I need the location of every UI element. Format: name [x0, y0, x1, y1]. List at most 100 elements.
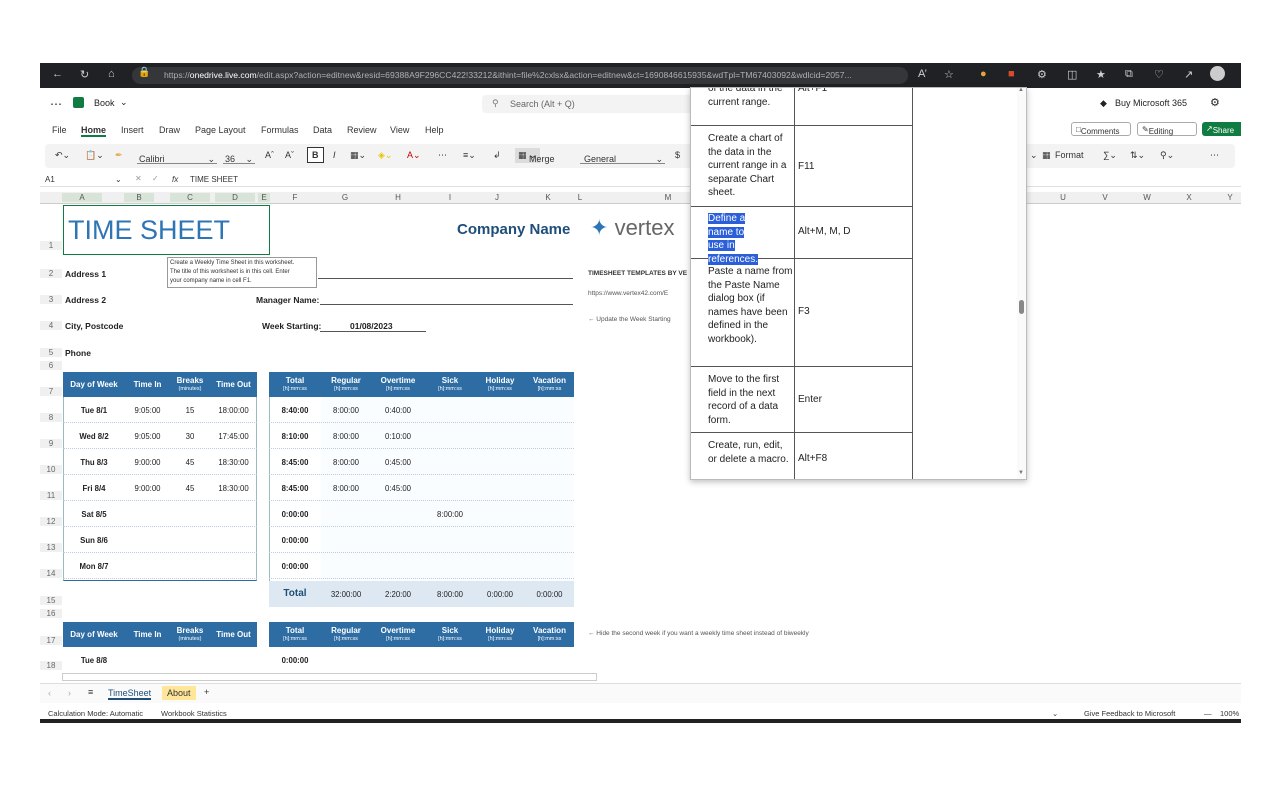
tab-formulas[interactable]: Formulas: [261, 125, 299, 135]
extension-icon[interactable]: ●: [980, 68, 987, 80]
tab-about[interactable]: About: [162, 686, 196, 700]
column-header[interactable]: Y: [1220, 193, 1240, 202]
find-icon[interactable]: ⚲⌄: [1160, 150, 1174, 161]
number-format-select[interactable]: General ⌄: [580, 148, 665, 164]
row-header[interactable]: 18: [40, 661, 62, 670]
format-painter-icon[interactable]: ✒: [115, 150, 123, 161]
week-starting-value[interactable]: 01/08/2023: [350, 321, 393, 331]
read-aloud-icon[interactable]: A’: [918, 68, 927, 80]
row-header[interactable]: 3: [40, 295, 62, 304]
cell-regular[interactable]: 8:00:00: [321, 458, 371, 467]
share-button[interactable]: ↗ Share: [1202, 122, 1241, 136]
comments-button[interactable]: □ Comments: [1071, 122, 1131, 136]
feedback-link[interactable]: Give Feedback to Microsoft: [1084, 709, 1175, 718]
tab-timesheet[interactable]: TimeSheet: [108, 688, 152, 700]
cell-in[interactable]: 9:00:00: [125, 458, 170, 467]
row-header[interactable]: 8: [40, 413, 62, 422]
shortcut-row[interactable]: Create a chart of the data in the curren…: [691, 126, 913, 207]
cell-overtime[interactable]: 0:40:00: [371, 406, 425, 415]
tab-insert[interactable]: Insert: [121, 125, 144, 135]
more-icon[interactable]: ⋯: [438, 150, 447, 161]
cell-regular[interactable]: 8:00:00: [321, 406, 371, 415]
cell-breaks[interactable]: 15: [170, 406, 210, 415]
tab-file[interactable]: File: [52, 125, 67, 135]
cancel-icon[interactable]: ✕: [135, 174, 142, 183]
row-header[interactable]: 16: [40, 609, 62, 618]
column-header[interactable]: G: [335, 193, 355, 202]
format-cells-icon[interactable]: ▦: [1042, 150, 1051, 161]
buy-microsoft-link[interactable]: Buy Microsoft 365: [1115, 98, 1187, 108]
italic-button[interactable]: I: [333, 150, 336, 160]
column-header[interactable]: J: [487, 193, 507, 202]
search-box[interactable]: ⚲ Search (Alt + Q): [482, 95, 692, 113]
shrink-font-icon[interactable]: Aˇ: [285, 150, 294, 160]
favorite-star-icon[interactable]: ☆: [944, 68, 954, 81]
align-icon[interactable]: ≡⌄: [463, 150, 476, 161]
cell-day[interactable]: Wed 8/2: [63, 432, 125, 441]
week2-day[interactable]: Tue 8/8: [63, 656, 125, 665]
row-header[interactable]: 6: [40, 361, 62, 370]
cell-overtime[interactable]: 0:10:00: [371, 432, 425, 441]
row-header[interactable]: 10: [40, 465, 62, 474]
zoom-out-icon[interactable]: —: [1204, 709, 1212, 718]
name-box[interactable]: A1: [45, 175, 55, 184]
grow-font-icon[interactable]: Aˆ: [265, 150, 274, 160]
column-header[interactable]: C: [170, 193, 210, 202]
column-header[interactable]: U: [1053, 193, 1073, 202]
cell-total[interactable]: 0:00:00: [269, 562, 321, 571]
row-header[interactable]: 1: [40, 241, 62, 250]
column-header[interactable]: D: [215, 193, 255, 202]
cell-total[interactable]: 8:45:00: [269, 458, 321, 467]
cell-day[interactable]: Sat 8/5: [63, 510, 125, 519]
refresh-icon[interactable]: ↻: [80, 68, 89, 81]
cell-sick[interactable]: 8:00:00: [425, 510, 475, 519]
templates-url[interactable]: https://www.vertex42.com/E: [588, 290, 668, 297]
column-header[interactable]: B: [124, 193, 154, 202]
cell-overtime[interactable]: 0:45:00: [371, 484, 425, 493]
shortcut-row[interactable]: Define a name to use in references. Alt+…: [691, 207, 913, 265]
cell-out[interactable]: 18:30:00: [210, 458, 257, 467]
horizontal-scrollbar[interactable]: [62, 673, 597, 681]
next-sheet-icon[interactable]: ›: [68, 688, 71, 698]
cell-total[interactable]: 8:10:00: [269, 432, 321, 441]
profile-avatar[interactable]: [1210, 66, 1225, 81]
chevron-down-icon[interactable]: ⌄: [1052, 709, 1058, 718]
prev-sheet-icon[interactable]: ‹: [48, 688, 51, 698]
column-header[interactable]: W: [1137, 193, 1157, 202]
borders-icon[interactable]: ▦⌄: [350, 150, 366, 161]
manager-input-line[interactable]: [320, 304, 573, 305]
column-header[interactable]: M: [658, 193, 678, 202]
column-header[interactable]: I: [440, 193, 460, 202]
home-icon[interactable]: ⌂: [108, 68, 115, 80]
column-header[interactable]: A: [62, 193, 102, 202]
address-bar[interactable]: https://onedrive.live.com/edit.aspx?acti…: [132, 67, 908, 84]
row-header[interactable]: 4: [40, 321, 62, 330]
font-size-select[interactable]: 36 ⌄: [223, 148, 255, 164]
row-header[interactable]: 17: [40, 636, 62, 645]
cell-in[interactable]: 9:00:00: [125, 484, 170, 493]
cell-in[interactable]: 9:05:00: [125, 432, 170, 441]
extensions-icon[interactable]: ⚙: [1037, 68, 1047, 81]
column-header[interactable]: K: [538, 193, 558, 202]
wrap-text-icon[interactable]: ↲: [493, 150, 501, 161]
shortcut-row[interactable]: Create, run, edit, or delete a macro. Al…: [691, 433, 913, 479]
calc-mode[interactable]: Calculation Mode: Automatic: [48, 709, 143, 718]
cell-day[interactable]: Fri 8/4: [63, 484, 125, 493]
shortcut-row[interactable]: Paste a name from the Paste Name dialog …: [691, 259, 913, 367]
cell-overtime[interactable]: 0:45:00: [371, 458, 425, 467]
paste-icon[interactable]: 📋⌄: [85, 150, 104, 161]
cell-day[interactable]: Mon 8/7: [63, 562, 125, 571]
fill-color-icon[interactable]: ◈⌄: [378, 150, 392, 161]
row-header[interactable]: 14: [40, 569, 62, 578]
column-header[interactable]: E: [258, 193, 270, 202]
favorites-icon[interactable]: ★: [1096, 68, 1106, 81]
popup-scrollbar[interactable]: ▲ ▼: [1017, 88, 1026, 479]
cell-out[interactable]: 18:30:00: [210, 484, 257, 493]
autosum-icon[interactable]: ∑⌄: [1103, 150, 1117, 161]
settings-icon[interactable]: ⚙: [1210, 96, 1220, 109]
split-screen-icon[interactable]: ◫: [1067, 68, 1077, 81]
heart-icon[interactable]: ♡: [1154, 68, 1164, 81]
row-header[interactable]: 11: [40, 491, 62, 500]
column-header[interactable]: V: [1095, 193, 1115, 202]
cell-breaks[interactable]: 45: [170, 484, 210, 493]
